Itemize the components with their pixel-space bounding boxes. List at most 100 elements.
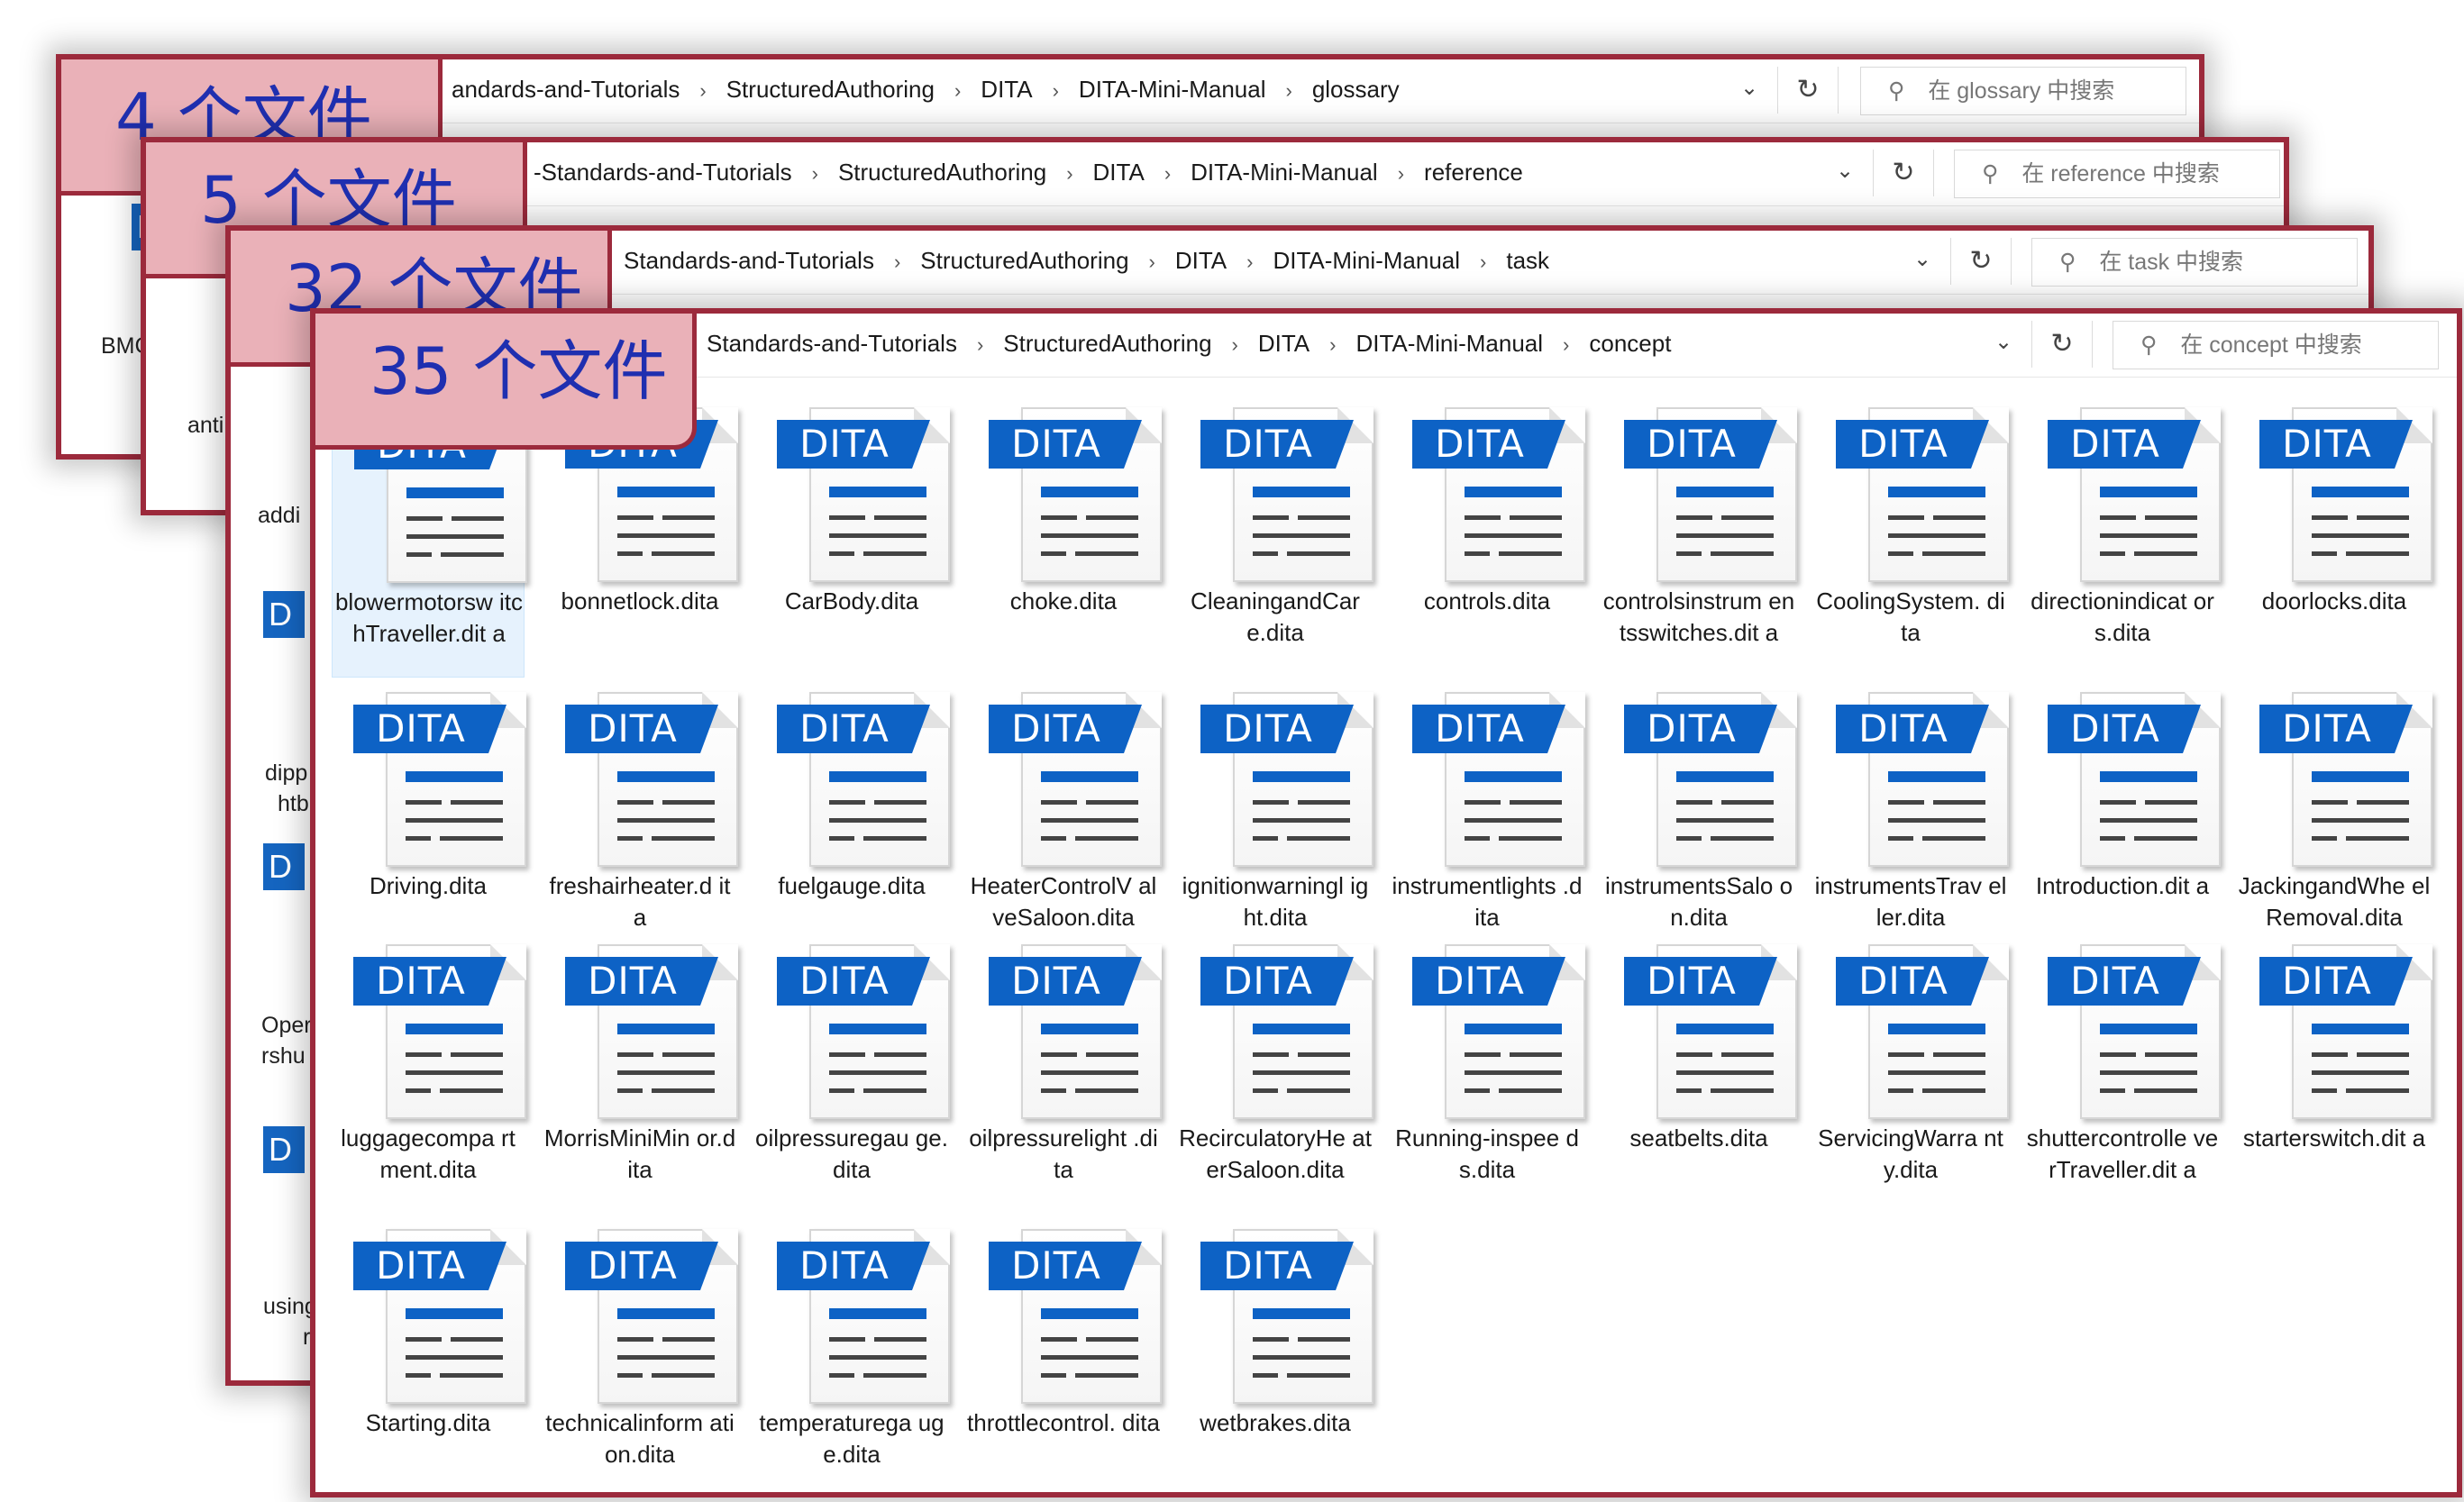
file-name: ignitionwarningl ight.dita <box>1182 872 1369 931</box>
refresh-icon[interactable]: ↻ <box>2031 321 2093 368</box>
title-bar-line <box>1676 487 1774 497</box>
file-item[interactable]: DITA CarBody.dita <box>755 407 950 678</box>
chevron-down-icon[interactable]: ⌄ <box>1990 326 2017 359</box>
breadcrumb-item[interactable]: StructuredAuthoring <box>920 247 1128 275</box>
text-line <box>829 1052 865 1057</box>
text-line <box>617 836 643 841</box>
breadcrumb-item[interactable]: StructuredAuthoring <box>726 76 935 104</box>
breadcrumb-item[interactable]: DITA <box>981 76 1032 104</box>
search-input[interactable]: ⚲ 在 glossary 中搜索 <box>1860 67 2186 115</box>
file-item[interactable]: DITA luggagecompa rtment.dita <box>332 944 526 1215</box>
breadcrumb-item[interactable]: reference <box>1424 159 1523 187</box>
file-item[interactable]: DITA controlsinstrum entsswitches.dit a <box>1602 407 1797 678</box>
text-line <box>2134 551 2197 556</box>
file-item[interactable]: DITA RecirculatoryHe aterSaloon.dita <box>1179 944 1373 1215</box>
breadcrumb-item[interactable]: StructuredAuthoring <box>1003 330 1211 358</box>
chevron-down-icon[interactable]: ⌄ <box>1909 243 1936 276</box>
breadcrumb-item[interactable]: DITA-Mini-Manual <box>1273 247 1460 275</box>
file-item[interactable]: DITA choke.dita <box>967 407 1162 678</box>
text-line <box>406 534 504 539</box>
file-item[interactable]: DITA Introduction.dit a <box>2026 692 2221 962</box>
refresh-icon[interactable]: ↻ <box>1873 150 1934 196</box>
breadcrumb-item[interactable]: DITA-Mini-Manual <box>1079 76 1266 104</box>
file-name-partial: anti <box>187 413 224 438</box>
text-line <box>1499 1088 1562 1093</box>
text-line <box>1041 515 1077 520</box>
file-item[interactable]: DITA fuelgauge.dita <box>755 692 950 962</box>
file-name: bonnetlock.dita <box>561 587 719 614</box>
breadcrumb-item[interactable]: DITA-Mini-Manual <box>1191 159 1378 187</box>
text-line <box>2100 533 2197 538</box>
text-line <box>863 1088 926 1093</box>
text-line <box>829 800 865 805</box>
file-item[interactable]: DITA controls.dita <box>1391 407 1585 678</box>
breadcrumb-item[interactable]: DITA <box>1175 247 1227 275</box>
file-item[interactable]: DITA freshairheater.d ita <box>543 692 738 962</box>
file-item[interactable]: DITA starterswitch.dit a <box>2238 944 2432 1215</box>
file-item[interactable]: DITA temperaturega uge.dita <box>755 1229 950 1492</box>
breadcrumb-item[interactable]: DITA <box>1093 159 1145 187</box>
file-item[interactable]: DITA doorlocks.dita <box>2238 407 2432 678</box>
title-bar-line <box>2312 771 2409 782</box>
breadcrumb-item[interactable]: andards-and-Tutorials <box>452 76 680 104</box>
text-line <box>2312 1088 2337 1093</box>
chevron-right-icon: › <box>699 79 707 102</box>
dita-file-icon: DITA <box>565 944 738 1119</box>
search-input[interactable]: ⚲ 在 concept 中搜索 <box>2113 321 2439 369</box>
file-item[interactable]: DITA JackingandWhe elRemoval.dita <box>2238 692 2432 962</box>
search-input[interactable]: ⚲ 在 task 中搜索 <box>2031 238 2358 287</box>
search-icon: ⚲ <box>2059 250 2076 275</box>
text-line <box>2346 1088 2409 1093</box>
title-bar-line <box>1465 487 1562 497</box>
file-item[interactable]: DITA wetbrakes.dita <box>1179 1229 1373 1492</box>
dita-file-icon: DITA <box>777 692 950 867</box>
breadcrumb-item[interactable]: Standards-and-Tutorials <box>707 330 957 358</box>
file-item[interactable]: DITA Driving.dita <box>332 692 526 962</box>
file-item[interactable]: DITA directionindicat ors.dita <box>2026 407 2221 678</box>
breadcrumb-item[interactable]: concept <box>1589 330 1671 358</box>
refresh-icon[interactable]: ↻ <box>1777 67 1839 114</box>
text-line <box>406 1088 431 1093</box>
breadcrumb-item[interactable]: DITA <box>1258 330 1310 358</box>
chevron-down-icon[interactable]: ⌄ <box>1831 155 1858 187</box>
file-item[interactable]: DITA ignitionwarningl ight.dita <box>1179 692 1373 962</box>
breadcrumb-item[interactable]: StructuredAuthoring <box>838 159 1046 187</box>
refresh-icon[interactable]: ↻ <box>1950 238 2012 285</box>
file-item[interactable]: DITA throttlecontrol. dita <box>967 1229 1162 1492</box>
file-item[interactable]: DITA technicalinform ation.dita <box>543 1229 738 1492</box>
title-bar-line <box>1041 771 1138 782</box>
title-bar-line <box>1676 771 1774 782</box>
breadcrumb-item[interactable]: Standards-and-Tutorials <box>624 247 874 275</box>
file-item[interactable]: DITA instrumentlights .dita <box>1391 692 1585 962</box>
breadcrumb-item[interactable]: task <box>1506 247 1549 275</box>
breadcrumb-item[interactable]: -Standards-and-Tutorials <box>534 159 792 187</box>
file-item[interactable]: DITA CoolingSystem. dita <box>1814 407 2009 678</box>
text-line <box>1086 1052 1138 1057</box>
file-item[interactable]: DITA oilpressurelight .dita <box>967 944 1162 1215</box>
text-line <box>829 1355 926 1360</box>
file-item[interactable]: DITA seatbelts.dita <box>1602 944 1797 1215</box>
file-name: CarBody.dita <box>784 587 919 614</box>
file-item[interactable]: DITA CleaningandCar e.dita <box>1179 407 1373 678</box>
text-line <box>1298 800 1350 805</box>
dita-file-icon: DITA <box>1624 944 1797 1119</box>
file-item[interactable]: DITA Running-inspee ds.dita <box>1391 944 1585 1215</box>
file-item[interactable]: DITA HeaterControlV alveSaloon.dita <box>967 692 1162 962</box>
file-item[interactable]: DITA ServicingWarra nty.dita <box>1814 944 2009 1215</box>
file-item[interactable]: DITA instrumentsTrav eller.dita <box>1814 692 2009 962</box>
file-item[interactable]: DITA Starting.dita <box>332 1229 526 1492</box>
dita-label: DITA <box>2259 957 2413 1006</box>
dita-label: DITA <box>989 957 1142 1006</box>
file-item[interactable]: DITA MorrisMiniMin or.dita <box>543 944 738 1215</box>
file-item[interactable]: DITA instrumentsSalo on.dita <box>1602 692 1797 962</box>
file-item[interactable]: DITA shuttercontrolle verTraveller.dit a <box>2026 944 2221 1215</box>
dita-label: DITA <box>2259 420 2413 469</box>
breadcrumb-item[interactable]: DITA-Mini-Manual <box>1355 330 1543 358</box>
file-item[interactable]: DITA oilpressuregau ge.dita <box>755 944 950 1215</box>
chevron-down-icon[interactable]: ⌄ <box>1736 72 1763 105</box>
search-input[interactable]: ⚲ 在 reference 中搜索 <box>1954 150 2280 198</box>
breadcrumb-item[interactable]: glossary <box>1312 76 1400 104</box>
file-name-partial: addi <box>258 503 301 528</box>
dita-file-icon: DITA <box>2048 944 2221 1119</box>
breadcrumb: andards-and-Tutorials › StructuredAuthorin… <box>452 76 1400 104</box>
